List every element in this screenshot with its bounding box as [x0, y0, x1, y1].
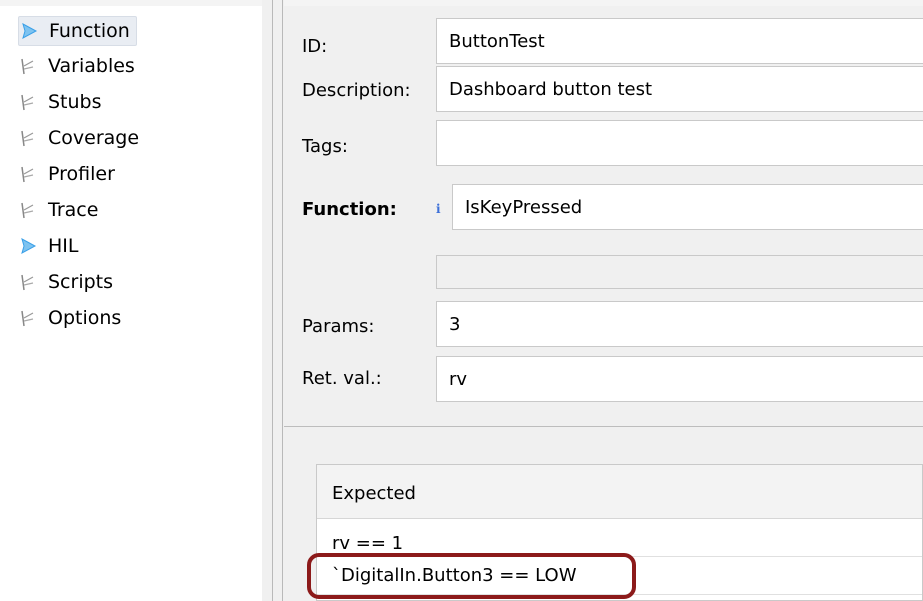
sidebar-item-label: Coverage — [48, 127, 140, 149]
wand-icon — [21, 274, 34, 291]
expected-column-title: Expected — [332, 483, 416, 504]
retval-label: Ret. val.: — [302, 368, 382, 389]
sidebar-item-function[interactable]: Function — [18, 16, 137, 46]
play-arrow-icon — [22, 22, 38, 40]
function-field[interactable]: IsKeyPressed — [452, 184, 923, 230]
splitter-line — [282, 0, 283, 601]
sidebar-item-variables[interactable]: Variables — [18, 52, 141, 80]
sidebar-item-trace[interactable]: Trace — [18, 196, 104, 224]
sidebar-item-label: Scripts — [48, 271, 114, 293]
function-form: ID: ButtonTest Description: Dashboard bu… — [284, 6, 923, 601]
info-icon[interactable]: i — [436, 202, 441, 216]
wand-icon — [21, 94, 34, 111]
id-field[interactable]: ButtonTest — [436, 18, 923, 64]
table-row[interactable]: rv == 1 — [317, 519, 922, 557]
sidebar-item-coverage[interactable]: Coverage — [18, 124, 145, 152]
sidebar-item-label: HIL — [48, 235, 79, 257]
retval-field[interactable]: rv — [436, 356, 923, 402]
wand-icon — [21, 166, 34, 183]
wand-icon — [21, 58, 34, 75]
wand-icon — [21, 130, 34, 147]
tags-label: Tags: — [302, 136, 348, 157]
pane-splitter[interactable] — [262, 0, 284, 601]
sidebar-item-label: Variables — [48, 55, 135, 77]
wand-icon — [21, 202, 34, 219]
function-label: Function: — [302, 199, 397, 220]
tags-field[interactable] — [436, 120, 923, 166]
expected-table-header[interactable]: Expected — [317, 465, 922, 519]
sidebar-item-label: Profiler — [48, 163, 115, 185]
sidebar-item-scripts[interactable]: Scripts — [18, 268, 119, 296]
sidebar-item-stubs[interactable]: Stubs — [18, 88, 108, 116]
play-arrow-icon — [21, 237, 37, 255]
params-field[interactable]: 3 — [436, 301, 923, 347]
sidebar-item-label: Function — [49, 20, 130, 42]
section-separator — [284, 426, 923, 427]
expected-expression: rv == 1 — [332, 533, 404, 554]
sidebar-item-profiler[interactable]: Profiler — [18, 160, 121, 188]
sidebar-item-hil[interactable]: HIL — [18, 232, 84, 260]
sidebar-item-label: Stubs — [48, 91, 102, 113]
sidebar-item-label: Options — [48, 307, 122, 329]
sidebar-item-label: Trace — [48, 199, 99, 221]
function-extra-field — [436, 255, 923, 289]
description-field[interactable]: Dashboard button test — [436, 66, 923, 112]
description-label: Description: — [302, 80, 411, 101]
splitter-line — [272, 0, 273, 601]
sidebar-tree: Function Variables Stubs Coverage Profil… — [0, 6, 262, 601]
id-label: ID: — [302, 36, 328, 57]
expected-expression: `DigitalIn.Button3 == LOW — [332, 565, 577, 586]
params-label: Params: — [302, 316, 375, 337]
sidebar-item-options[interactable]: Options — [18, 304, 127, 332]
expected-table: Expected rv == 1 `DigitalIn.Button3 == L… — [316, 464, 923, 601]
table-row[interactable]: `DigitalIn.Button3 == LOW — [317, 557, 922, 595]
wand-icon — [21, 310, 34, 327]
